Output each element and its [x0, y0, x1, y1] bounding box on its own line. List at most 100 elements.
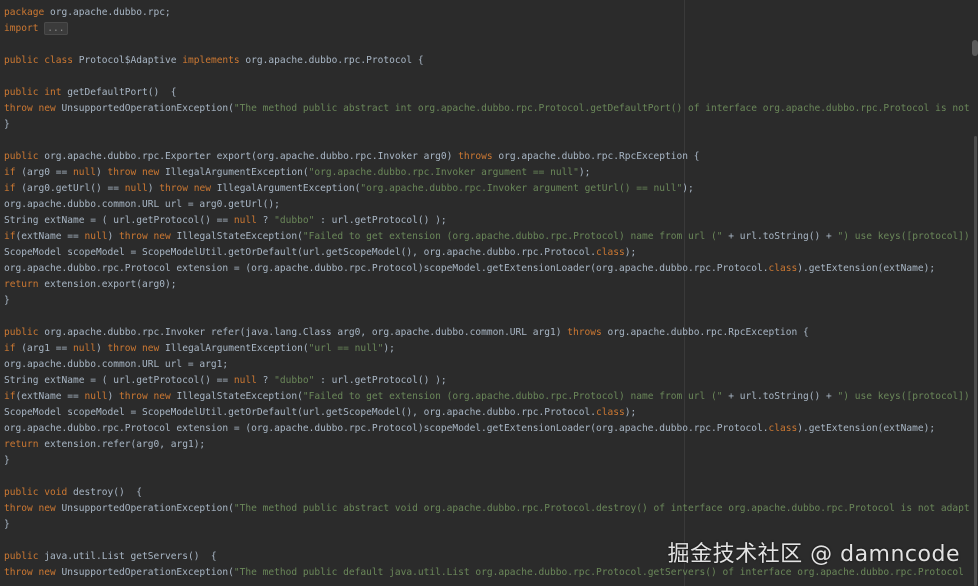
code-keyword: public — [4, 551, 39, 562]
code-text: org.apache.dubbo.rpc; — [44, 7, 171, 18]
code-keyword: null — [233, 215, 257, 226]
code-text: String extName = ( url.getProtocol() == — [4, 215, 234, 226]
code-text: (arg0 == — [15, 167, 73, 178]
code-keyword: null — [124, 183, 148, 194]
code-line: if (arg0.getUrl() == null) throw new Ill… — [4, 181, 978, 197]
code-keyword: implements — [182, 55, 240, 66]
code-text: org.apache.dubbo.rpc.Invoker refer(java.… — [38, 327, 568, 338]
code-keyword: class — [596, 407, 625, 418]
code-keyword: null — [72, 343, 96, 354]
code-line: String extName = ( url.getProtocol() == … — [4, 213, 978, 229]
code-string: "dubbo" — [274, 375, 315, 386]
code-text: destroy() { — [67, 487, 142, 498]
code-text: + url.toString() + — [722, 391, 838, 402]
code-keyword: throw new — [118, 391, 171, 402]
code-text: org.apache.dubbo.rpc.Protocol extension … — [4, 423, 769, 434]
code-text: ScopeModel scopeModel = ScopeModelUtil.g… — [4, 247, 597, 258]
code-text: (arg0.getUrl() == — [15, 183, 125, 194]
watermark: 掘金技术社区 @ damncode — [667, 542, 960, 567]
code-line: ScopeModel scopeModel = ScopeModelUtil.g… — [4, 245, 978, 261]
code-text: extension.export(arg0); — [38, 279, 177, 290]
code-line: String extName = ( url.getProtocol() == … — [4, 373, 978, 389]
code-text: ) — [107, 231, 119, 242]
code-keyword: package — [4, 7, 45, 18]
code-line: public int getDefaultPort() { — [4, 85, 978, 101]
code-string: "dubbo" — [274, 215, 315, 226]
code-keyword: throw new — [118, 231, 171, 242]
code-line: throw new UnsupportedOperationException(… — [4, 101, 978, 117]
code-text: ) — [147, 183, 160, 194]
code-string: ") use keys([protocol])" — [837, 231, 976, 242]
code-text: org.apache.dubbo.rpc.Protocol { — [239, 55, 424, 66]
code-line: } — [4, 293, 978, 309]
code-keyword: class — [596, 247, 625, 258]
code-line: public void destroy() { — [4, 485, 978, 501]
code-line: org.apache.dubbo.common.URL url = arg1; — [4, 357, 978, 373]
code-keyword: throw new — [107, 167, 160, 178]
code-text: (extName == — [15, 391, 85, 402]
code-text: ScopeModel scopeModel = ScopeModelUtil.g… — [4, 407, 597, 418]
code-text: ).getExtension(extName); — [797, 263, 936, 274]
code-text: UnsupportedOperationException( — [55, 103, 234, 114]
code-line: } — [4, 117, 978, 133]
code-keyword: null — [72, 167, 96, 178]
code-line: org.apache.dubbo.common.URL url = arg0.g… — [4, 197, 978, 213]
code-keyword: if — [4, 343, 16, 354]
code-keyword: throws — [458, 151, 493, 162]
code-line: return extension.export(arg0); — [4, 277, 978, 293]
code-keyword: import — [4, 23, 39, 34]
code-line: ScopeModel scopeModel = ScopeModelUtil.g… — [4, 405, 978, 421]
code-text: IllegalArgumentException( — [210, 183, 361, 194]
code-text: (extName == — [15, 231, 85, 242]
code-text: IllegalStateException( — [170, 231, 303, 242]
code-line: import ... — [4, 21, 978, 37]
code-keyword: if — [4, 391, 16, 402]
code-keyword: null — [84, 391, 108, 402]
code-text: org.apache.dubbo.rpc.Protocol extension … — [4, 263, 769, 274]
code-text: ); — [624, 407, 637, 418]
code-text: } — [4, 295, 10, 306]
code-text: IllegalArgumentException( — [159, 167, 309, 178]
code-string: "org.apache.dubbo.rpc.Invoker argument g… — [360, 183, 683, 194]
code-text: org.apache.dubbo.rpc.Exporter export(org… — [38, 151, 459, 162]
code-area[interactable]: package org.apache.dubbo.rpc; import ... … — [4, 5, 978, 581]
code-keyword: throw new — [4, 103, 56, 114]
code-keyword: null — [233, 375, 257, 386]
code-editor[interactable]: package org.apache.dubbo.rpc; import ... … — [0, 0, 978, 586]
code-text: : url.getProtocol() ); — [314, 215, 447, 226]
code-line: if(extName == null) throw new IllegalSta… — [4, 389, 978, 405]
code-text: java.util.List getServers() { — [38, 551, 217, 562]
vertical-scrollbar[interactable] — [970, 0, 978, 586]
code-text: } — [4, 519, 10, 530]
folded-imports-toggle[interactable]: ... — [44, 22, 68, 35]
code-string: "Failed to get extension (org.apache.dub… — [302, 231, 723, 242]
code-keyword: class — [768, 423, 798, 434]
code-line: public org.apache.dubbo.rpc.Invoker refe… — [4, 325, 978, 341]
code-line: if (arg0 == null) throw new IllegalArgum… — [4, 165, 978, 181]
code-line: } — [4, 453, 978, 469]
code-keyword: public — [4, 327, 39, 338]
code-line: org.apache.dubbo.rpc.Protocol extension … — [4, 261, 978, 277]
scrollbar-thumb[interactable] — [974, 136, 977, 586]
code-text: IllegalArgumentException( — [159, 343, 309, 354]
code-line: org.apache.dubbo.rpc.Protocol extension … — [4, 421, 978, 437]
code-keyword: public — [4, 151, 39, 162]
code-keyword: throw new — [4, 567, 56, 578]
code-text: UnsupportedOperationException( — [55, 567, 234, 578]
code-line: if(extName == null) throw new IllegalSta… — [4, 229, 978, 245]
code-text: ).getExtension(extName); — [797, 423, 936, 434]
code-keyword: if — [4, 183, 16, 194]
code-line: } — [4, 517, 978, 533]
code-text: ); — [578, 167, 591, 178]
code-keyword: throw new — [107, 343, 160, 354]
code-string: "The method public abstract void org.apa… — [233, 503, 978, 514]
code-text: getDefaultPort() { — [61, 87, 177, 98]
code-keyword: throw new — [159, 183, 211, 194]
code-keyword: public int — [4, 87, 62, 98]
code-text: org.apache.dubbo.rpc.RpcException { — [601, 327, 809, 338]
